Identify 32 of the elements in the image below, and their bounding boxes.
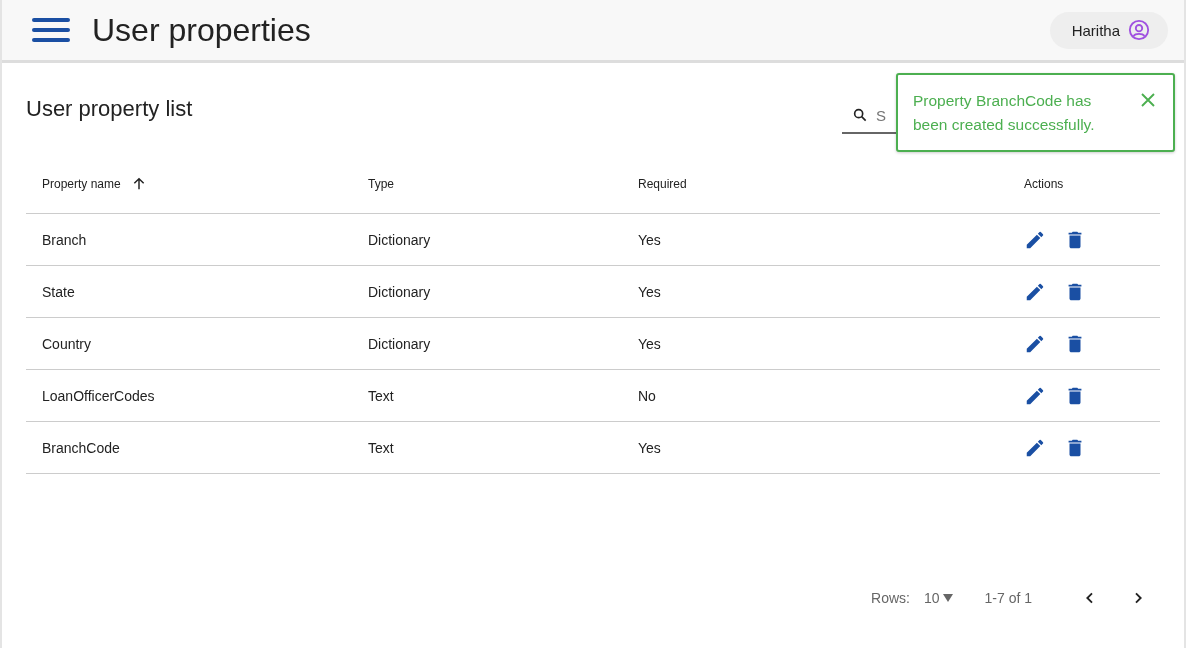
table-cell: Country xyxy=(42,335,92,352)
table-cell: Text xyxy=(368,439,394,456)
table-cell: BranchCode xyxy=(42,439,120,456)
dropdown-caret-icon xyxy=(942,594,953,602)
table-cell: LoanOfficerCodes xyxy=(42,387,155,404)
table-cell: Dictionary xyxy=(368,283,431,300)
table-cell: Branch xyxy=(42,231,87,248)
page-range: 1-7 of 1 xyxy=(984,590,1032,606)
section-title: User property list xyxy=(26,96,193,122)
toast-message: Property BranchCode has been created successfully. xyxy=(913,91,1096,135)
close-icon[interactable] xyxy=(1139,91,1157,109)
search-icon xyxy=(852,107,868,123)
column-header[interactable]: Property name xyxy=(42,177,121,191)
table-cell: State xyxy=(42,283,75,300)
table-cell: Dictionary xyxy=(368,231,431,248)
table-cell: Text xyxy=(368,387,394,404)
column-header: Required xyxy=(638,177,687,191)
column-header: Actions xyxy=(1024,177,1064,191)
user-menu-button[interactable]: Haritha xyxy=(1049,11,1168,49)
user-avatar-icon xyxy=(1128,19,1150,41)
rows-label: Rows: xyxy=(871,590,910,606)
table-cell: Yes xyxy=(638,335,661,352)
search-field[interactable]: S xyxy=(876,106,888,124)
table-cell: Yes xyxy=(638,439,661,456)
page-title: User properties xyxy=(92,11,311,49)
menu-icon[interactable] xyxy=(32,18,70,42)
rows-per-page-select[interactable]: 10 xyxy=(923,590,953,606)
table-cell: Yes xyxy=(638,231,661,248)
table-cell: Yes xyxy=(638,283,661,300)
table-cell: No xyxy=(638,387,656,404)
table-cell: Dictionary xyxy=(368,335,431,352)
column-header: Type xyxy=(368,177,394,191)
